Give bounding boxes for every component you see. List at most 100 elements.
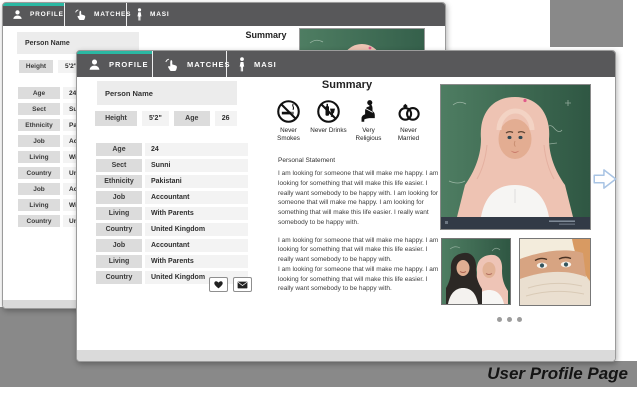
statement-paragraph: I am looking for someone that will make … bbox=[278, 265, 441, 294]
main-photo bbox=[440, 84, 591, 230]
badge-label: Never Smokes bbox=[270, 127, 307, 143]
field-label: Ethnicity bbox=[96, 175, 142, 188]
field-label: Job bbox=[18, 183, 60, 195]
field-label: Job bbox=[96, 191, 142, 204]
personal-statement-text: I am looking for someone that will make … bbox=[278, 169, 441, 294]
tab-matches[interactable]: MATCHES bbox=[65, 3, 127, 26]
tab-label: MATCHES bbox=[94, 11, 131, 18]
field-label: Country bbox=[96, 223, 142, 236]
pagination-dot[interactable] bbox=[497, 317, 502, 322]
age-label: Age bbox=[174, 111, 210, 126]
tab-masi[interactable]: MASI bbox=[127, 3, 179, 26]
table-row: CountryUnited Kingdom bbox=[96, 223, 248, 236]
table-row: Age24 bbox=[96, 143, 248, 156]
window-footer bbox=[77, 350, 615, 361]
standing-person-icon bbox=[136, 8, 143, 21]
field-label: Sect bbox=[96, 159, 142, 172]
swipe-hand-icon bbox=[164, 58, 179, 71]
badge-label: Very Religious bbox=[350, 127, 387, 143]
field-label: Sect bbox=[18, 103, 60, 115]
tab-label: MASI bbox=[150, 11, 169, 18]
field-value: United Kingdom bbox=[145, 223, 248, 236]
field-label: Living bbox=[18, 151, 60, 163]
height-label: Height bbox=[19, 60, 53, 73]
tab-bar: PROFILE MATCHES MASI bbox=[77, 51, 615, 77]
tab-matches[interactable]: MATCHES bbox=[153, 51, 227, 77]
pagination-dot[interactable] bbox=[517, 317, 522, 322]
field-label: Age bbox=[18, 87, 60, 99]
field-label: Country bbox=[18, 215, 60, 227]
person-icon bbox=[88, 58, 101, 71]
statement-paragraph: I am looking for someone that will make … bbox=[278, 236, 441, 265]
summary-badges: Never Smokes Never Drinks Very Religious… bbox=[270, 99, 427, 143]
table-row: SectSunni bbox=[96, 159, 248, 172]
tab-profile[interactable]: PROFILE bbox=[77, 51, 153, 77]
tab-label: MATCHES bbox=[187, 60, 231, 69]
no-smoking-icon bbox=[276, 99, 301, 124]
badge-never-drinks: Never Drinks bbox=[310, 99, 347, 143]
field-value: Accountant bbox=[145, 239, 248, 252]
table-row: JobAccountant bbox=[96, 191, 248, 204]
person-name-box: Person Name bbox=[97, 81, 237, 105]
age-value: 26 bbox=[215, 111, 237, 126]
action-buttons bbox=[209, 277, 252, 292]
tab-label: PROFILE bbox=[30, 11, 64, 18]
field-value: Accountant bbox=[145, 191, 248, 204]
backdrop-top-right bbox=[550, 0, 623, 47]
field-label: Country bbox=[96, 271, 142, 284]
table-row: JobAccountant bbox=[96, 239, 248, 252]
tab-masi[interactable]: MASI bbox=[227, 51, 289, 77]
photo-pagination bbox=[497, 317, 522, 322]
person-name-label: Person Name bbox=[25, 40, 70, 47]
profile-window-front: PROFILE MATCHES MASI Person Name Height … bbox=[76, 50, 616, 362]
praying-icon bbox=[360, 99, 377, 124]
badge-never-married: Never Married bbox=[390, 99, 427, 143]
field-value: Sunni bbox=[145, 159, 248, 172]
height-age-row: Height 5'2" Age 26 bbox=[95, 111, 237, 126]
field-label: Living bbox=[96, 255, 142, 268]
person-icon bbox=[12, 9, 23, 20]
heart-icon bbox=[213, 280, 224, 289]
field-label: Living bbox=[18, 199, 60, 211]
table-row: LivingWith Parents bbox=[96, 255, 248, 268]
field-label: Ethnicity bbox=[18, 119, 60, 131]
page: User Profile Page PROFILE MATCHES MASI S… bbox=[0, 0, 637, 400]
thumbnail-photo-2[interactable] bbox=[519, 238, 591, 306]
summary-title: Summary bbox=[272, 79, 422, 91]
badge-very-religious: Very Religious bbox=[350, 99, 387, 143]
field-label: Living bbox=[96, 207, 142, 220]
favorite-button[interactable] bbox=[209, 277, 228, 292]
field-value: With Parents bbox=[145, 207, 248, 220]
person-name-label: Person Name bbox=[105, 89, 153, 98]
page-caption: User Profile Page bbox=[487, 361, 628, 387]
swipe-hand-icon bbox=[74, 9, 87, 20]
tab-profile[interactable]: PROFILE bbox=[3, 3, 65, 26]
profile-fields: Age24 SectSunni EthnicityPakistani JobAc… bbox=[96, 143, 248, 284]
field-value: Pakistani bbox=[145, 175, 248, 188]
wedding-rings-icon bbox=[395, 99, 422, 124]
badge-never-smokes: Never Smokes bbox=[270, 99, 307, 143]
thumbnail-photo-1[interactable] bbox=[441, 238, 511, 305]
table-row: LivingWith Parents bbox=[96, 207, 248, 220]
height-value: 5'2" bbox=[142, 111, 169, 126]
envelope-icon bbox=[237, 281, 248, 289]
badge-label: Never Drinks bbox=[310, 127, 346, 135]
table-row: EthnicityPakistani bbox=[96, 175, 248, 188]
field-value: With Parents bbox=[145, 255, 248, 268]
field-label: Job bbox=[96, 239, 142, 252]
height-label: Height bbox=[95, 111, 137, 126]
message-button[interactable] bbox=[233, 277, 252, 292]
standing-person-icon bbox=[238, 57, 246, 72]
badge-label: Never Married bbox=[390, 127, 427, 143]
field-label: Age bbox=[96, 143, 142, 156]
tab-label: MASI bbox=[254, 60, 277, 69]
field-label: Job bbox=[18, 135, 60, 147]
statement-paragraph: I am looking for someone that will make … bbox=[278, 169, 441, 228]
personal-statement-title: Personal Statement bbox=[278, 157, 335, 164]
tab-label: PROFILE bbox=[109, 60, 149, 69]
no-drinking-icon bbox=[316, 99, 341, 124]
field-label: Country bbox=[18, 167, 60, 179]
field-value: 24 bbox=[145, 143, 248, 156]
next-arrow-icon[interactable] bbox=[591, 165, 619, 193]
pagination-dot[interactable] bbox=[507, 317, 512, 322]
